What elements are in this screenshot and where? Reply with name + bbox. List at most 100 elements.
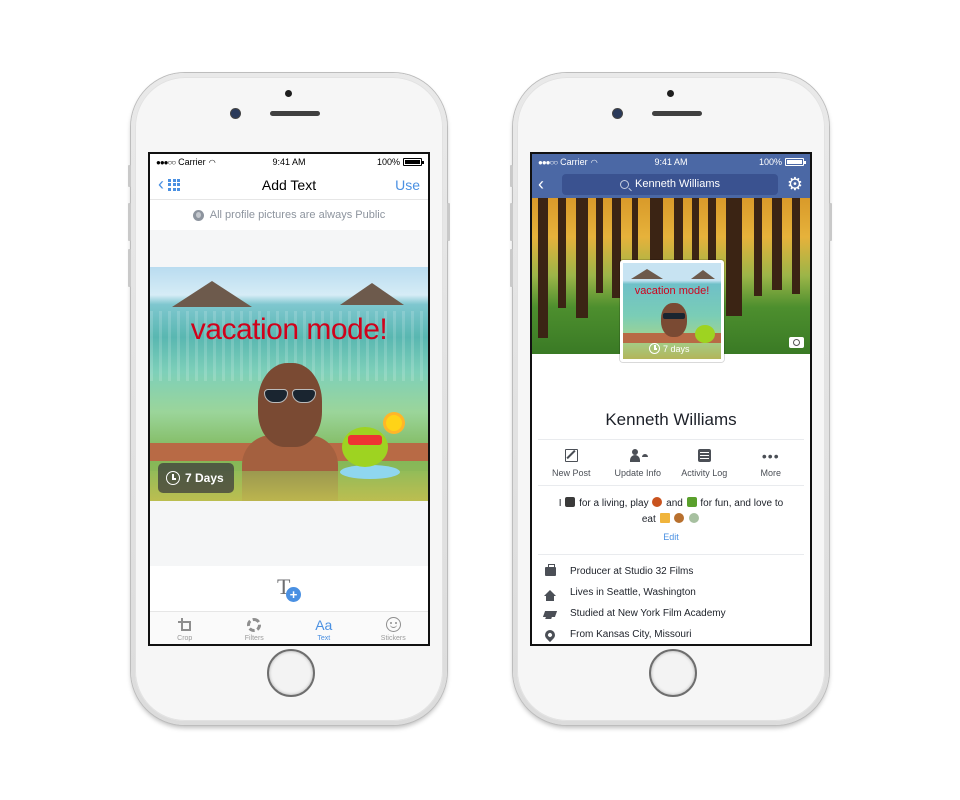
chevron-left-icon[interactable]: ‹ — [538, 174, 554, 195]
editor-tab-bar: Crop Filters Aa Text Stickers — [150, 612, 429, 644]
front-camera — [231, 109, 240, 118]
info-row-lives[interactable]: Lives in Seattle, Washington — [544, 582, 802, 603]
profile-body: Kenneth Williams New Post Update Info Ac… — [532, 354, 810, 644]
add-text-area: T + — [150, 566, 428, 612]
mute-switch — [510, 165, 513, 187]
bio-part: for a living, play — [579, 498, 649, 509]
info-text: Producer at Studio 32 Films — [570, 566, 694, 577]
power-button — [829, 203, 832, 241]
tab-text[interactable]: Aa Text — [289, 612, 359, 644]
proximity-sensor — [285, 90, 292, 97]
pizza-icon — [659, 513, 670, 523]
back-button[interactable]: ‹ — [158, 174, 180, 195]
action-label: More — [760, 467, 781, 478]
bio-part: and — [666, 498, 683, 509]
search-input[interactable]: Kenneth Williams — [562, 173, 778, 195]
tab-label: Text — [317, 634, 331, 642]
battery-icon — [785, 158, 806, 166]
front-camera — [613, 109, 622, 118]
status-time: 9:41 AM — [654, 157, 688, 167]
tab-label: Stickers — [380, 634, 406, 642]
list-icon — [697, 449, 711, 462]
earpiece — [270, 111, 320, 116]
more-button[interactable]: ••• More — [738, 440, 805, 485]
sunglasses — [264, 389, 316, 403]
plus-icon: + — [286, 586, 301, 602]
camera-icon[interactable] — [789, 337, 804, 348]
battery-icon — [403, 158, 424, 166]
profile-photo-preview[interactable]: vacation mode! 7 Days — [150, 267, 428, 501]
new-post-button[interactable]: New Post — [538, 440, 605, 485]
bio-text: I for a living, play and for fun, and lo… — [532, 486, 810, 532]
tab-crop[interactable]: Crop — [150, 612, 220, 644]
grid-icon[interactable] — [168, 178, 180, 191]
info-text: Lives in Seattle, Washington — [570, 587, 696, 598]
text-icon: Aa — [315, 616, 333, 633]
profile-pic-timer: 7 days — [649, 343, 690, 354]
bio-part: I — [558, 498, 562, 509]
clock-icon — [649, 343, 660, 354]
gear-icon[interactable]: ⚙ — [786, 174, 804, 195]
privacy-notice: All profile pictures are always Public — [150, 200, 428, 230]
tab-label: Filters — [244, 634, 264, 642]
basketball-icon — [652, 497, 663, 507]
volume-up-button — [128, 203, 131, 241]
island-left — [172, 281, 252, 307]
action-label: New Post — [551, 467, 591, 478]
home-button[interactable] — [649, 649, 697, 697]
island-right — [340, 283, 404, 305]
search-value: Kenneth Williams — [635, 178, 720, 190]
edit-bio-link[interactable]: Edit — [538, 532, 804, 555]
movie-camera-icon — [565, 497, 576, 507]
volume-down-button — [128, 249, 131, 287]
update-info-button[interactable]: Update Info — [605, 440, 672, 485]
clock-icon — [166, 471, 180, 485]
action-label: Update Info — [614, 467, 662, 478]
activity-log-button[interactable]: Activity Log — [671, 440, 738, 485]
globe-icon — [192, 209, 204, 221]
person-list-icon — [629, 449, 646, 462]
intro-list: Producer at Studio 32 Films Lives in Sea… — [532, 555, 810, 644]
phone-left: ●●●○○ Carrier ◠ 9:41 AM 100% ‹ Add Text … — [128, 73, 450, 725]
phone-right: ●●●○○ Carrier ◠ 9:41 AM 100% ‹ Kenneth W… — [510, 73, 832, 725]
profile-name: Kenneth Williams — [538, 354, 804, 440]
location-pin-icon — [542, 627, 558, 642]
more-dots-icon: ••• — [761, 447, 780, 464]
earpiece — [652, 111, 702, 116]
status-time: 9:41 AM — [272, 157, 306, 167]
action-label: Activity Log — [681, 467, 728, 478]
profile-screen: ●●●○○ Carrier ◠ 9:41 AM 100% ‹ Kenneth W… — [530, 152, 812, 646]
info-row-education[interactable]: Studied at New York Film Academy — [542, 603, 802, 624]
info-row-work[interactable]: Producer at Studio 32 Films — [544, 561, 802, 582]
power-button — [447, 203, 450, 241]
island-left — [631, 269, 663, 279]
timer-label: 7 days — [663, 343, 690, 354]
add-text-button[interactable]: T + — [275, 574, 303, 603]
proximity-sensor — [667, 90, 674, 97]
info-row-from[interactable]: From Kansas City, Missouri — [542, 624, 802, 644]
caption-text[interactable]: vacation mode! — [150, 313, 428, 347]
timer-badge[interactable]: 7 Days — [158, 463, 234, 493]
use-button[interactable]: Use — [395, 177, 420, 193]
aperture-icon — [247, 617, 262, 632]
briefcase-icon — [544, 564, 556, 576]
home-icon — [544, 589, 556, 601]
nav-bar: ‹ Add Text Use — [150, 170, 428, 200]
graduation-cap-icon — [542, 610, 558, 617]
home-button[interactable] — [267, 649, 315, 697]
tab-stickers[interactable]: Stickers — [359, 612, 429, 644]
person-head — [258, 363, 322, 447]
profile-picture[interactable]: vacation mode! 7 days — [620, 260, 724, 362]
volume-down-button — [510, 249, 513, 287]
info-text: From Kansas City, Missouri — [570, 629, 692, 640]
sun-icon — [386, 415, 402, 431]
sunglasses — [663, 313, 685, 319]
burger-icon — [674, 513, 685, 523]
nav-bar: ‹ Kenneth Williams ⚙ — [532, 170, 810, 198]
tab-filters[interactable]: Filters — [220, 612, 290, 644]
photo-canvas: vacation mode! 7 Days — [150, 230, 428, 566]
status-bar: ●●●○○ Carrier ◠ 9:41 AM 100% — [150, 154, 428, 170]
compose-icon — [564, 449, 578, 462]
privacy-notice-text: All profile pictures are always Public — [209, 209, 386, 221]
turtle-sticker[interactable] — [338, 415, 402, 481]
